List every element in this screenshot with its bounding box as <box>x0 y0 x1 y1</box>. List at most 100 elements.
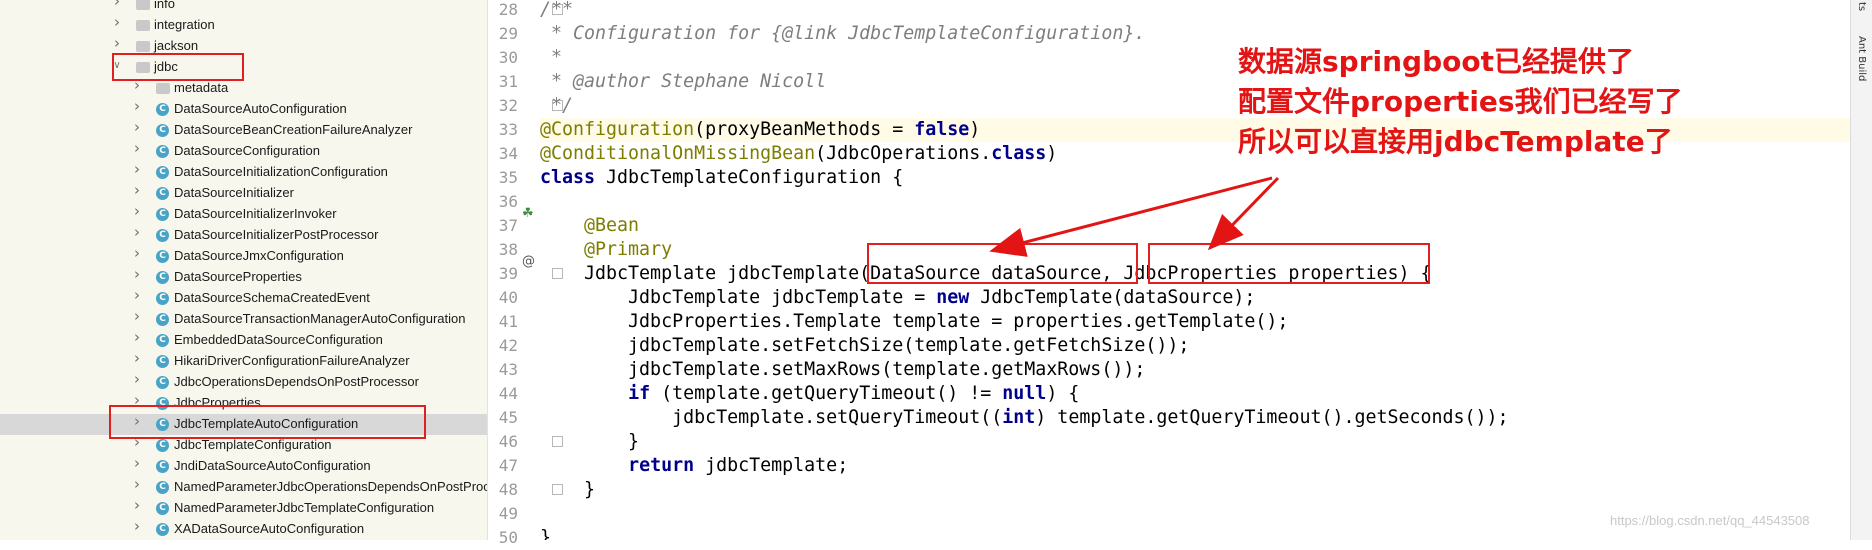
tree-item-label: DataSourceInitializationConfiguration <box>174 164 388 179</box>
code-line[interactable]: * @author Stephane Nicoll * @author Step… <box>540 70 826 94</box>
code-line[interactable]: return jdbcTemplate; return jdbcTemplate… <box>540 454 848 478</box>
chevron-right-icon[interactable]: › <box>132 99 142 114</box>
line-number: 33 <box>498 120 518 139</box>
tree-item[interactable]: › C DataSourceInitializerInvoker <box>0 204 487 225</box>
tree-item[interactable]: › C JdbcOperationsDependsOnPostProcessor <box>0 372 487 393</box>
tree-item[interactable]: › C DataSourceTransactionManagerAutoConfig… <box>0 309 487 330</box>
chevron-right-icon[interactable]: › <box>132 246 142 261</box>
tree-item-label: EmbeddedDataSourceConfiguration <box>174 332 383 347</box>
chevron-right-icon[interactable]: › <box>132 204 142 219</box>
chevron-right-icon[interactable]: › <box>132 351 142 366</box>
code-line[interactable]: jdbcTemplate.setQueryTimeout((int) templ… <box>540 406 1509 430</box>
chevron-right-icon[interactable]: › <box>132 225 142 240</box>
code-line[interactable]: } } <box>540 430 639 454</box>
tree-item[interactable]: › C NamedParameterJdbcTemplateConfiguratio… <box>0 498 487 519</box>
highlight-box-jdbc <box>112 53 244 81</box>
chevron-right-icon[interactable]: › <box>132 519 142 534</box>
tree-item[interactable]: › C DataSourceInitializationConfiguration <box>0 162 487 183</box>
code-line[interactable]: JdbcProperties.Template template = prope… <box>540 310 1288 334</box>
tree-item[interactable]: › C DataSourceJmxConfiguration <box>0 246 487 267</box>
tree-item[interactable]: › C EmbeddedDataSourceConfiguration <box>0 330 487 351</box>
chevron-right-icon[interactable]: › <box>132 456 142 471</box>
class-icon: C <box>156 145 169 158</box>
code-line[interactable]: } } <box>540 478 595 502</box>
class-icon: C <box>156 292 169 305</box>
chevron-right-icon[interactable]: › <box>132 330 142 345</box>
line-number: 44 <box>498 384 518 403</box>
code-line[interactable]: @Bean @Bean <box>540 214 639 238</box>
tree-item[interactable]: › integration <box>0 15 487 36</box>
code-line[interactable]: * * <box>540 46 562 70</box>
tree-item[interactable]: › C DataSourceBeanCreationFailureAnalyzer <box>0 120 487 141</box>
line-number: 48 <box>498 480 518 499</box>
annotation-line-3: 所以可以直接用jdbcTemplate了 <box>1238 125 1673 158</box>
annotation-note: 数据源springboot已经提供了 配置文件properties我们已经写了 … <box>1238 42 1683 162</box>
highlight-box-datasource-param <box>867 243 1138 284</box>
code-line[interactable]: @ConditionalOnMissingBean(JdbcOperations… <box>540 142 1057 166</box>
class-icon: C <box>156 334 169 347</box>
tree-item[interactable]: › C XADataSourceAutoConfiguration <box>0 519 487 540</box>
class-icon: C <box>156 250 169 263</box>
line-number: 45 <box>498 408 518 427</box>
line-number: 46 <box>498 432 518 451</box>
chevron-right-icon[interactable]: › <box>112 36 122 51</box>
line-number: 37 <box>498 216 518 235</box>
chevron-right-icon[interactable]: › <box>132 309 142 324</box>
package-icon <box>136 41 150 52</box>
tree-item-label: JdbcOperationsDependsOnPostProcessor <box>174 374 419 389</box>
class-icon: C <box>156 166 169 179</box>
chevron-right-icon[interactable]: › <box>132 288 142 303</box>
side-tab-ant-build[interactable]: Ant Build <box>1856 36 1867 81</box>
tree-item[interactable]: › C DataSourceInitializerPostProcessor <box>0 225 487 246</box>
tree-item[interactable]: › C DataSourceConfiguration <box>0 141 487 162</box>
tree-item[interactable]: › C NamedParameterJdbcOperationsDependsOnP… <box>0 477 487 498</box>
bean-gutter-icon[interactable]: ☘ <box>522 206 534 221</box>
code-line[interactable]: /**/** <box>540 0 573 22</box>
chevron-right-icon[interactable]: › <box>132 498 142 513</box>
override-gutter-icon[interactable]: @ <box>522 254 535 269</box>
tree-item-label: NamedParameterJdbcOperationsDependsOnPos… <box>174 479 488 494</box>
chevron-right-icon[interactable]: › <box>132 141 142 156</box>
class-icon: C <box>156 187 169 200</box>
code-line[interactable]: if (template.getQueryTimeout() != null) … <box>540 382 1079 406</box>
class-icon: C <box>156 313 169 326</box>
code-line[interactable]: jdbcTemplate.setMaxRows(template.getMaxR… <box>540 358 1145 382</box>
tree-item[interactable]: › C DataSourceInitializer <box>0 183 487 204</box>
tree-item-label: DataSourceInitializer <box>174 185 294 200</box>
package-icon <box>156 83 170 94</box>
tree-item-label: HikariDriverConfigurationFailureAnalyzer <box>174 353 410 368</box>
chevron-right-icon[interactable]: › <box>112 15 122 30</box>
tree-item-label: NamedParameterJdbcTemplateConfiguration <box>174 500 435 515</box>
class-icon: C <box>156 124 169 137</box>
code-line[interactable]: * Configuration for {@link JdbcTemplateC… <box>540 22 1145 46</box>
tree-item[interactable]: › C JndiDataSourceAutoConfiguration <box>0 456 487 477</box>
chevron-right-icon[interactable]: › <box>112 0 122 9</box>
code-line[interactable]: JdbcTemplate jdbcTemplate = new JdbcTemp… <box>540 286 1255 310</box>
code-line[interactable]: */ */ <box>540 94 573 118</box>
highlight-box-jdbctemplate-autoconfig <box>109 405 426 439</box>
chevron-right-icon[interactable]: › <box>132 162 142 177</box>
code-line[interactable]: jdbcTemplate.setFetchSize(template.getFe… <box>540 334 1189 358</box>
code-line[interactable]: class JdbcTemplateConfiguration {class J… <box>540 166 903 190</box>
chevron-right-icon[interactable]: › <box>132 120 142 135</box>
code-line[interactable]: }} <box>540 526 551 540</box>
chevron-right-icon[interactable]: › <box>132 183 142 198</box>
tree-item-label: DataSourceConfiguration <box>174 143 320 158</box>
tree-item[interactable]: › C DataSourceProperties <box>0 267 487 288</box>
line-number: 47 <box>498 456 518 475</box>
tree-item[interactable]: › info <box>0 0 487 15</box>
line-number: 50 <box>498 528 518 547</box>
tree-item-label: JndiDataSourceAutoConfiguration <box>174 458 371 473</box>
line-number: 32 <box>498 96 518 115</box>
chevron-right-icon[interactable]: › <box>132 477 142 492</box>
tree-item[interactable]: › C DataSourceSchemaCreatedEvent <box>0 288 487 309</box>
chevron-right-icon[interactable]: › <box>132 372 142 387</box>
side-tab-top[interactable]: ts <box>1856 2 1867 11</box>
chevron-right-icon[interactable]: › <box>132 267 142 282</box>
tree-item[interactable]: › metadata <box>0 78 487 99</box>
tree-item[interactable]: › C DataSourceAutoConfiguration <box>0 99 487 120</box>
tree-item-label: integration <box>154 17 215 32</box>
code-line[interactable]: @Primary @Primary <box>540 238 672 262</box>
tree-item[interactable]: › C HikariDriverConfigurationFailureAnalyz… <box>0 351 487 372</box>
line-number: 31 <box>498 72 518 91</box>
